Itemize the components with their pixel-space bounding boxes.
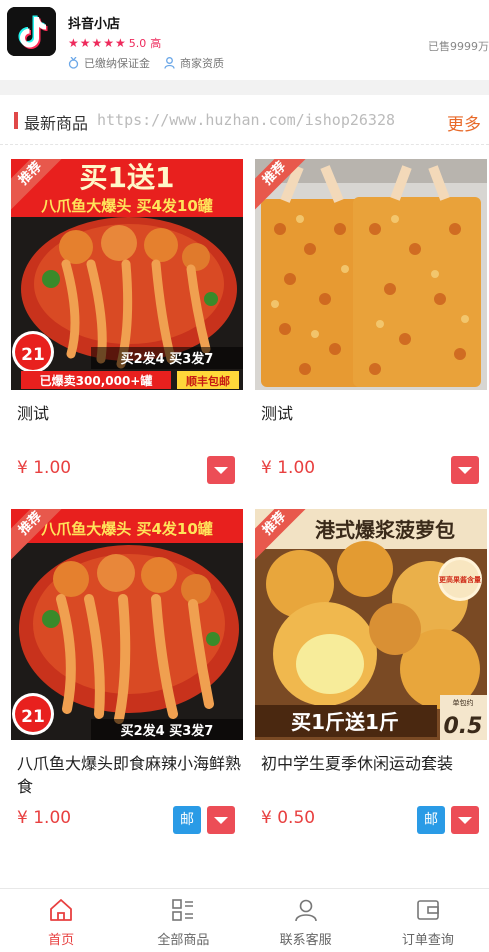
tab-label: 全部商品 (157, 933, 210, 948)
free-shipping-badge[interactable]: 邮 (417, 806, 445, 834)
svg-text:买1送1: 买1送1 (80, 161, 175, 194)
star-rating-icon: ★★★★★ (68, 36, 127, 50)
product-image[interactable]: 买1送1 八爪鱼大爆头 买4发10罐 21 买2发4 买3发7 已爆卖300,0… (11, 159, 243, 390)
deposit-label: 已缴纳保证金 (84, 57, 150, 70)
svg-text:已爆卖300,000+罐: 已爆卖300,000+罐 (40, 373, 153, 388)
product-title[interactable]: 测试 (261, 402, 486, 425)
wallet-icon (417, 900, 439, 920)
douyin-logo-icon (7, 7, 56, 56)
qualification-badge[interactable]: 商家资质 (164, 55, 224, 71)
product-card[interactable]: 推荐 测试 ¥ 1.00 (255, 159, 487, 489)
dropdown-cart-button[interactable] (207, 806, 235, 834)
peanut-bags-image (255, 159, 487, 390)
svg-text:买2发4 买3发7: 买2发4 买3发7 (121, 351, 214, 367)
pineapple-bun-image: 港式爆浆菠萝包 更高果酱含量 买1斤送1斤 单包约 0.5 (255, 509, 487, 740)
svg-text:更高果酱含量: 更高果酱含量 (439, 575, 481, 584)
product-price: ¥ 1.00 (17, 808, 72, 828)
octopus-promo-image: 买1送1 八爪鱼大爆头 买4发10罐 21 买2发4 买3发7 已爆卖300,0… (11, 159, 243, 390)
svg-text:八爪鱼大爆头 买4发10罐: 八爪鱼大爆头 买4发10罐 (40, 197, 213, 215)
dropdown-cart-button[interactable] (451, 806, 479, 834)
tab-home[interactable]: 首页 (0, 889, 122, 952)
rating-label: 高 (150, 37, 162, 50)
shop-header: 抖音小店 ★★★★★ 5.0 高 已缴纳保证金 商家资质 已售9999万 (0, 0, 489, 80)
svg-text:港式爆浆菠萝包: 港式爆浆菠萝包 (315, 518, 455, 542)
svg-text:八爪鱼大爆头 买4发10罐: 八爪鱼大爆头 买4发10罐 (40, 520, 213, 538)
tab-label: 首页 (48, 933, 75, 948)
svg-text:买2发4 买3发7: 买2发4 买3发7 (121, 723, 214, 739)
shop-badges: 已缴纳保证金 商家资质 (68, 55, 238, 71)
product-card[interactable]: 买1送1 八爪鱼大爆头 买4发10罐 21 买2发4 买3发7 已爆卖300,0… (11, 159, 243, 489)
product-price: ¥ 1.00 (261, 458, 316, 478)
latest-products-section: 最新商品 https://www.huzhan.com/ishop26328 更… (0, 95, 489, 888)
tab-label: 订单查询 (401, 933, 454, 948)
tab-label: 联系客服 (279, 933, 332, 948)
tab-order-query[interactable]: 订单查询 (367, 889, 489, 952)
svg-text:21: 21 (21, 707, 45, 727)
svg-text:买1斤送1斤: 买1斤送1斤 (291, 710, 399, 734)
product-image[interactable]: 推荐 (255, 159, 487, 390)
user-icon (164, 57, 175, 69)
sold-count: 已售9999万 (428, 40, 489, 53)
dropdown-cart-button[interactable] (207, 456, 235, 484)
free-shipping-badge[interactable]: 邮 (173, 806, 201, 834)
section-header: 最新商品 https://www.huzhan.com/ishop26328 更… (0, 95, 489, 145)
qualification-label: 商家资质 (180, 57, 224, 70)
more-link[interactable]: 更多 (447, 110, 481, 135)
watermark-text: https://www.huzhan.com/ishop26328 (97, 111, 396, 129)
octopus-image: 八爪鱼大爆头 买4发10罐 21 买2发4 买3发7 (11, 509, 243, 740)
tab-all-products[interactable]: 全部商品 (122, 889, 244, 952)
section-title: 最新商品 (24, 114, 89, 133)
svg-text:0.5: 0.5 (444, 714, 483, 739)
deposit-badge[interactable]: 已缴纳保证金 (68, 55, 150, 71)
product-card[interactable]: 港式爆浆菠萝包 更高果酱含量 买1斤送1斤 单包约 0.5 推荐 初中学生夏季休… (255, 509, 487, 839)
shop-name: 抖音小店 (68, 17, 121, 32)
product-title[interactable]: 初中学生夏季休闲运动套装 (261, 752, 486, 775)
user-icon (294, 899, 317, 922)
medal-icon (68, 57, 79, 69)
section-accent-bar (14, 112, 18, 129)
tab-customer-service[interactable]: 联系客服 (245, 889, 367, 952)
product-price: ¥ 0.50 (261, 808, 316, 828)
product-price: ¥ 1.00 (17, 458, 72, 478)
svg-text:单包约: 单包约 (453, 698, 474, 707)
dropdown-cart-button[interactable] (451, 456, 479, 484)
product-card[interactable]: 八爪鱼大爆头 买4发10罐 21 买2发4 买3发7 推荐 八爪鱼大爆头即食麻辣… (11, 509, 243, 839)
shop-rating: ★★★★★ 5.0 高 (68, 35, 161, 51)
bottom-tab-bar: 首页 全部商品 联系客服 订单查询 (0, 888, 489, 952)
product-title[interactable]: 八爪鱼大爆头即食麻辣小海鲜熟食 (17, 752, 242, 798)
svg-text:顺丰包邮: 顺丰包邮 (186, 374, 230, 388)
home-icon (50, 899, 73, 921)
product-image[interactable]: 八爪鱼大爆头 买4发10罐 21 买2发4 买3发7 推荐 (11, 509, 243, 740)
product-image[interactable]: 港式爆浆菠萝包 更高果酱含量 买1斤送1斤 单包约 0.5 推荐 (255, 509, 487, 740)
svg-text:21: 21 (21, 345, 45, 365)
category-list-icon (172, 899, 194, 921)
rating-value: 5.0 (128, 36, 147, 50)
product-title[interactable]: 测试 (17, 402, 242, 425)
